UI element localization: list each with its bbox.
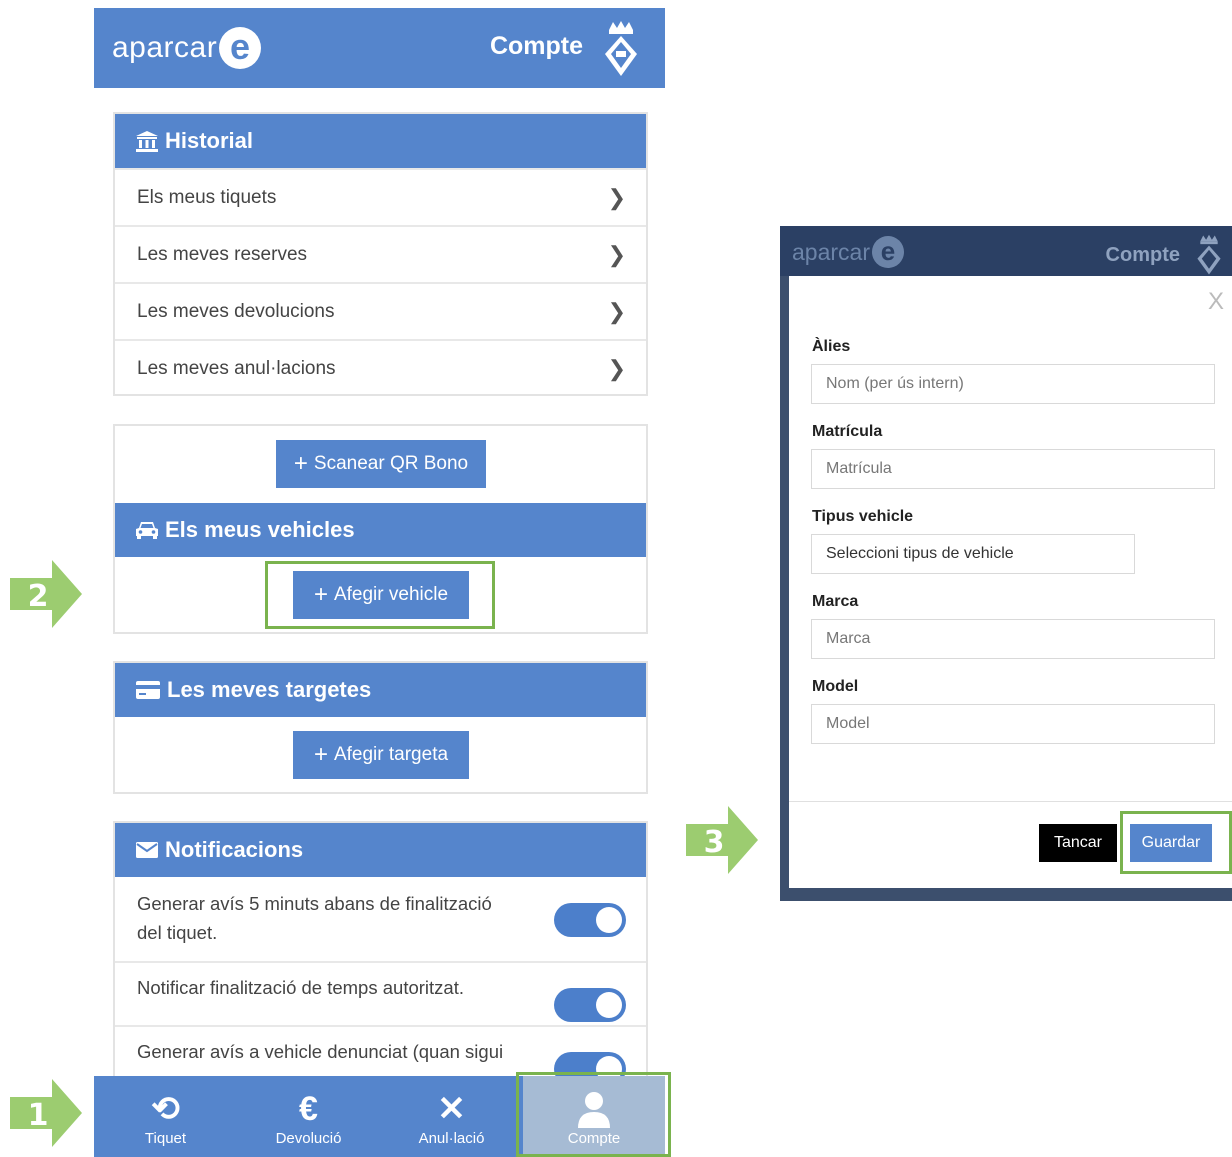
vehicles-header: Els meus vehicles xyxy=(115,503,646,557)
add-vehicle-modal: X Àlies Nom (per ús intern) Matrícula Ma… xyxy=(789,276,1232,888)
notification-line: del tiquet. xyxy=(137,922,218,943)
nav-label: Devolució xyxy=(275,1130,342,1147)
cards-card: Les meves targetes + Afegir targeta xyxy=(113,661,648,794)
plate-label: Matrícula xyxy=(812,423,883,440)
scan-qr-label: Scanear QR Bono xyxy=(313,453,469,474)
cards-title: Les meves targetes xyxy=(167,677,372,702)
history-item-label: Els meus tiquets xyxy=(137,186,277,208)
page-title: Compte xyxy=(489,32,583,60)
model-placeholder: Model xyxy=(826,715,870,732)
notification-text: Notificar finalització de temps autoritz… xyxy=(137,973,464,1002)
close-icon: ✕ xyxy=(437,1090,466,1128)
notification-toggle[interactable] xyxy=(554,903,626,937)
history-item-label: Les meves reserves xyxy=(137,243,308,265)
notification-line: Generar avís 5 minuts abans de finalitza… xyxy=(137,893,492,914)
vehicle-type-select[interactable]: Seleccioni tipus de vehicle xyxy=(811,534,1135,574)
notification-text: Generar avís a vehicle denunciat (quan s… xyxy=(137,1037,503,1066)
nav-tiquet[interactable]: ⟲ Tiquet xyxy=(94,1076,237,1157)
vehicles-title: Els meus vehicles xyxy=(165,517,355,542)
logo-mark: e xyxy=(219,27,262,69)
notification-line: Notificar finalització de temps autoritz… xyxy=(137,977,464,998)
model-input[interactable]: Model xyxy=(811,704,1215,744)
alias-placeholder: Nom (per ús intern) xyxy=(826,375,964,392)
add-card-button[interactable]: + Afegir targeta xyxy=(293,731,469,779)
plus-icon: + xyxy=(313,741,328,768)
modal-footer-divider xyxy=(789,801,1232,802)
nav-devolucio[interactable]: € Devolució xyxy=(237,1076,380,1157)
brand-placeholder: Marca xyxy=(826,630,871,647)
step-arrow-2: 2 xyxy=(10,560,82,628)
notification-line: Generar avís a vehicle denunciat (quan s… xyxy=(137,1041,504,1062)
notifications-header: Notificacions xyxy=(115,823,646,877)
vehicle-type-value: Seleccioni tipus de vehicle xyxy=(826,545,1014,562)
history-item-tickets[interactable]: Els meus tiquets ❯ xyxy=(115,168,646,225)
highlight-save-button xyxy=(1120,811,1232,874)
plus-icon: + xyxy=(293,450,308,477)
history-title: Historial xyxy=(165,128,254,153)
cards-header: Les meves targetes xyxy=(115,663,646,717)
city-crest-icon xyxy=(605,21,637,76)
car-icon xyxy=(136,522,158,539)
highlight-compte-tab xyxy=(516,1072,671,1157)
step-number: 1 xyxy=(28,1098,49,1133)
logo-text: aparcar xyxy=(792,238,870,265)
history-item-refunds[interactable]: Les meves devolucions ❯ xyxy=(115,282,646,339)
euro-icon: € xyxy=(299,1090,318,1128)
vehicle-type-label: Tipus vehicle xyxy=(812,508,914,525)
step-arrow-3: 3 xyxy=(686,806,758,874)
nav-label: Tiquet xyxy=(144,1130,187,1147)
top-bar: aparcar e Compte xyxy=(94,8,665,88)
step-number: 2 xyxy=(28,579,49,614)
add-card-label: Afegir targeta xyxy=(333,744,449,765)
alias-label: Àlies xyxy=(812,338,851,355)
notification-toggle[interactable] xyxy=(554,988,626,1022)
step-arrow-1: 1 xyxy=(10,1079,82,1147)
envelope-icon xyxy=(136,842,158,858)
top-bar-dimmed: aparcar e Compte xyxy=(780,226,1232,276)
page-title: Compte xyxy=(1105,244,1180,266)
plate-input[interactable]: Matrícula xyxy=(811,449,1215,489)
history-item-label: Les meves anul·lacions xyxy=(137,357,336,379)
notifications-title: Notificacions xyxy=(165,837,304,862)
history-item-reservations[interactable]: Les meves reserves ❯ xyxy=(115,225,646,282)
scan-qr-button[interactable]: + Scanear QR Bono xyxy=(276,440,486,488)
history-icon: ⟲ xyxy=(151,1090,180,1128)
alias-input[interactable]: Nom (per ús intern) xyxy=(811,364,1215,404)
divider xyxy=(115,961,646,963)
chevron-right-icon: ❯ xyxy=(607,184,626,210)
city-crest-icon xyxy=(1197,234,1221,275)
cancel-button[interactable]: Tancar xyxy=(1039,824,1117,862)
logo-text: aparcar xyxy=(112,31,218,64)
history-item-label: Les meves devolucions xyxy=(137,300,335,322)
logo-mark: e xyxy=(871,236,904,268)
step-number: 3 xyxy=(704,825,725,860)
history-card: Historial Els meus tiquets ❯ Les meves re… xyxy=(113,112,648,396)
history-item-cancellations[interactable]: Les meves anul·lacions ❯ xyxy=(115,339,646,396)
chevron-right-icon: ❯ xyxy=(607,355,626,381)
add-vehicle-screen: aparcar e Compte X Àlies Nom (per ús inte… xyxy=(780,226,1232,901)
chevron-right-icon: ❯ xyxy=(607,298,626,324)
notifications-card: Notificacions Generar avís 5 minuts aban… xyxy=(113,821,648,1086)
bank-icon xyxy=(136,131,158,152)
nav-anullacio[interactable]: ✕ Anul·lació xyxy=(380,1076,523,1157)
notification-text: Generar avís 5 minuts abans de finalitza… xyxy=(137,889,492,947)
highlight-add-vehicle xyxy=(265,561,495,629)
chevron-right-icon: ❯ xyxy=(607,241,626,267)
plate-placeholder: Matrícula xyxy=(826,460,892,477)
brand-input[interactable]: Marca xyxy=(811,619,1215,659)
nav-label: Anul·lació xyxy=(418,1130,485,1147)
brand-label: Marca xyxy=(812,593,859,610)
app-logo: aparcar e xyxy=(792,236,904,268)
app-logo: aparcar e xyxy=(112,24,262,72)
divider xyxy=(115,1025,646,1027)
close-icon[interactable]: X xyxy=(1208,288,1224,316)
credit-card-icon xyxy=(136,681,160,699)
model-label: Model xyxy=(812,678,859,695)
history-header: Historial xyxy=(115,114,646,168)
